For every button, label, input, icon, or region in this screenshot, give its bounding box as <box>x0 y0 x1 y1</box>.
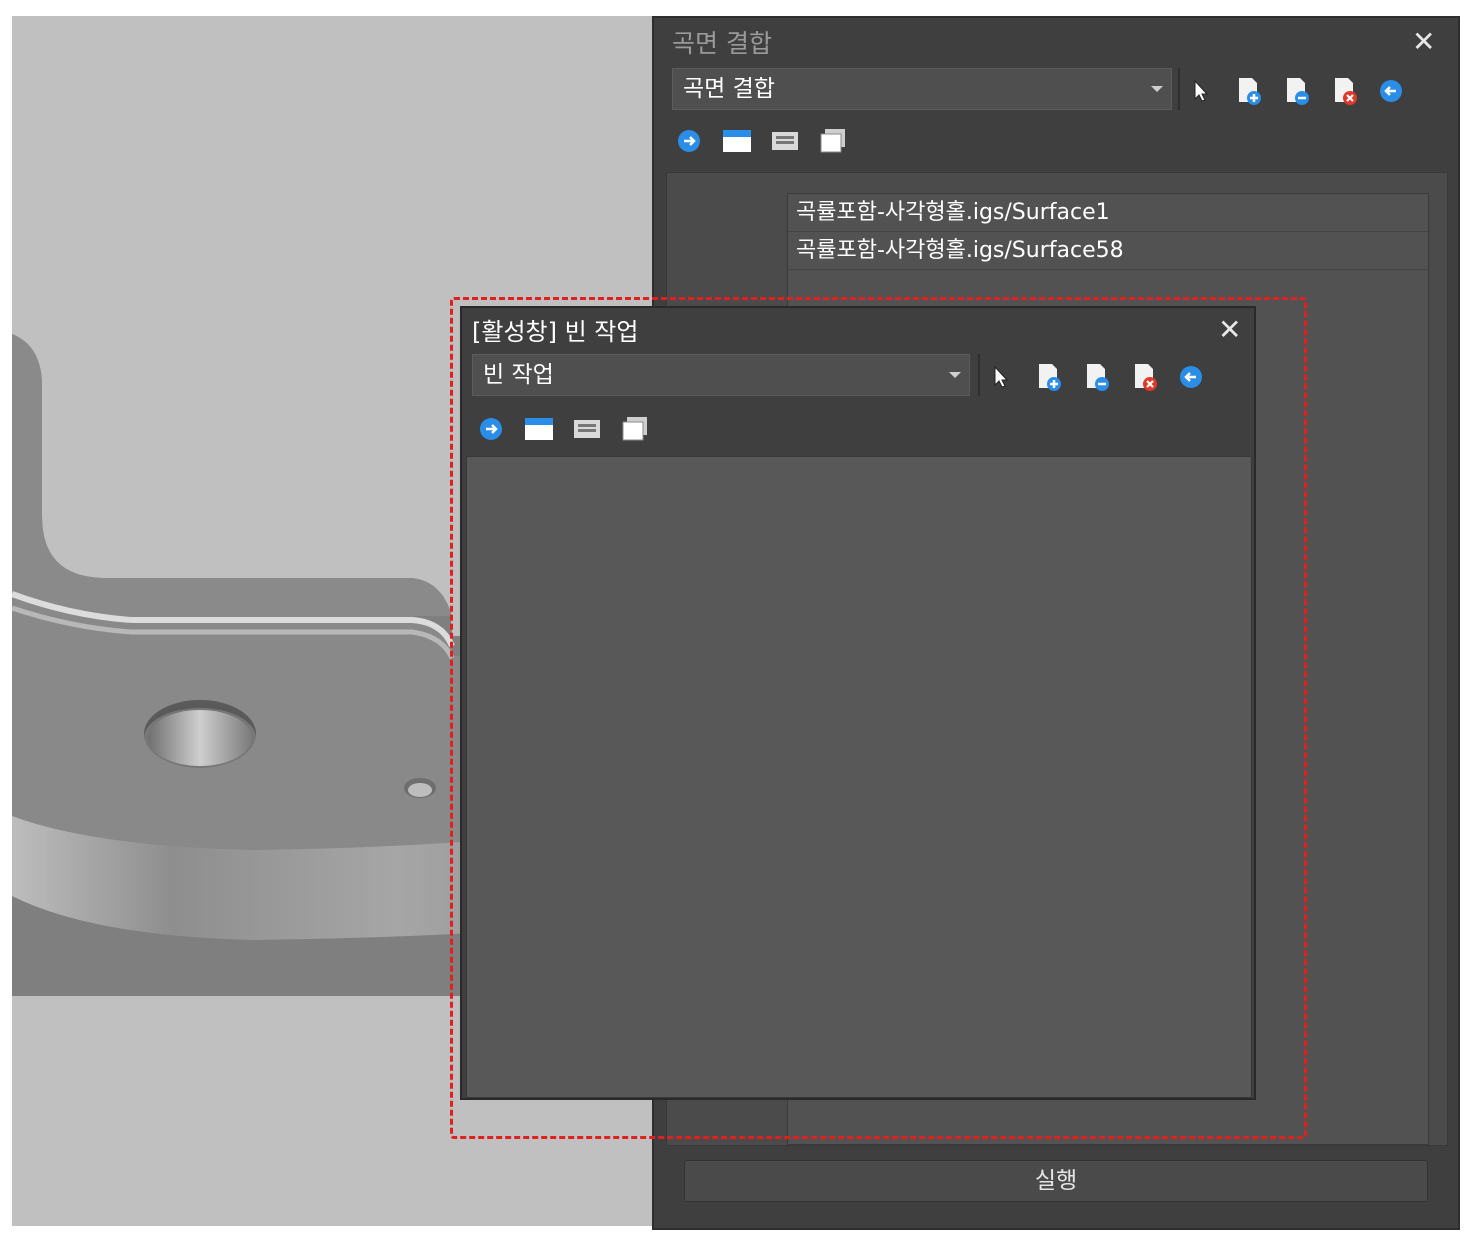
file-delete-icon <box>1335 78 1357 105</box>
back-button[interactable] <box>1374 74 1408 108</box>
forward-button[interactable] <box>474 412 508 446</box>
cursor-icon <box>994 365 1009 388</box>
panel-icon <box>574 420 600 438</box>
arrow-right-icon <box>480 418 502 440</box>
add-surface-button[interactable] <box>1032 360 1066 394</box>
delete-surface-button[interactable] <box>1328 74 1362 108</box>
chevron-down-icon <box>1151 86 1163 92</box>
cursor-icon <box>1194 79 1209 102</box>
application-stage: 곡면 결합 ✕ 곡면 결합 곡률포함-사각형홀.igs/Surface1 곡률포… <box>0 0 1476 1244</box>
file-add-icon <box>1039 364 1061 391</box>
job-dropdown-value: 빈 작업 <box>483 362 554 388</box>
layers-icon <box>820 129 845 153</box>
layers-view-button[interactable] <box>816 124 850 158</box>
layers-view-button[interactable] <box>618 412 652 446</box>
add-surface-button[interactable] <box>1232 74 1266 108</box>
list-item[interactable]: 곡률포함-사각형홀.igs/Surface58 <box>788 232 1428 270</box>
window-icon <box>723 130 751 152</box>
close-icon[interactable]: ✕ <box>1412 28 1435 56</box>
toolbar-divider <box>978 354 980 396</box>
layers-icon <box>622 417 647 441</box>
arrow-left-icon <box>1380 80 1402 102</box>
forward-button[interactable] <box>672 124 706 158</box>
back-button[interactable] <box>1174 360 1208 394</box>
chevron-down-icon <box>949 372 961 378</box>
file-remove-icon <box>1287 78 1309 105</box>
panel-title: [활성창] 빈 작업 <box>472 318 639 346</box>
list-item[interactable]: 곡률포함-사각형홀.igs/Surface1 <box>788 194 1428 232</box>
job-content-area[interactable] <box>466 456 1252 1098</box>
remove-surface-button[interactable] <box>1080 360 1114 394</box>
panel-view-button[interactable] <box>570 412 604 446</box>
file-add-icon <box>1239 78 1261 105</box>
window-view-button[interactable] <box>522 412 556 446</box>
arrow-right-icon <box>678 130 700 152</box>
arrow-left-icon <box>1180 366 1202 388</box>
window-icon <box>525 418 553 440</box>
file-remove-icon <box>1087 364 1109 391</box>
select-cursor-button[interactable] <box>984 360 1018 394</box>
panel-icon <box>772 132 798 150</box>
operation-dropdown[interactable]: 곡면 결합 <box>672 68 1172 110</box>
operation-dropdown-value: 곡면 결합 <box>683 76 775 102</box>
file-delete-icon <box>1135 364 1157 391</box>
panel-view-button[interactable] <box>768 124 802 158</box>
active-window-panel: [활성창] 빈 작업 ✕ 빈 작업 <box>460 306 1256 1100</box>
select-cursor-button[interactable] <box>1184 74 1218 108</box>
window-view-button[interactable] <box>720 124 754 158</box>
panel-title: 곡면 결합 <box>672 29 772 58</box>
delete-surface-button[interactable] <box>1128 360 1162 394</box>
job-dropdown[interactable]: 빈 작업 <box>472 354 970 396</box>
run-button[interactable]: 실행 <box>684 1160 1428 1202</box>
toolbar-divider <box>1178 68 1180 110</box>
remove-surface-button[interactable] <box>1280 74 1314 108</box>
close-icon[interactable]: ✕ <box>1218 316 1241 344</box>
